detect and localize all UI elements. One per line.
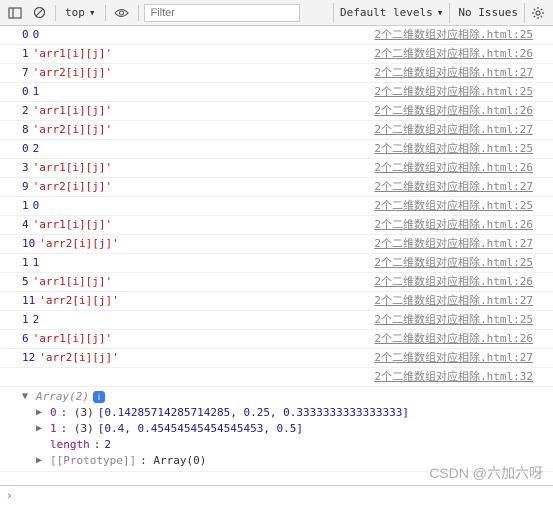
array-values: [0.4, 0.45454545454545453, 0.5]	[98, 421, 303, 437]
eye-icon[interactable]	[111, 2, 133, 24]
source-link[interactable]: 2个二维数组对应相除.html:26	[374, 217, 533, 233]
log-row: 4'arr1[i][j]' 2个二维数组对应相除.html:26	[0, 216, 553, 235]
source-link[interactable]: 2个二维数组对应相除.html:26	[374, 103, 533, 119]
log-row: 11'arr2[i][j]' 2个二维数组对应相除.html:27	[0, 292, 553, 311]
log-row: 02 2个二维数组对应相除.html:25	[0, 140, 553, 159]
array-header: Array(2)	[36, 389, 89, 405]
log-row: 2'arr1[i][j]' 2个二维数组对应相除.html:26	[0, 102, 553, 121]
chevron-right-icon: ›	[6, 489, 13, 502]
source-link[interactable]: 2个二维数组对应相除.html:26	[374, 46, 533, 62]
log-message: 11	[22, 255, 39, 271]
source-link[interactable]: 2个二维数组对应相除.html:25	[374, 27, 533, 43]
chevron-down-icon: ▾	[89, 6, 96, 19]
log-row: 7'arr2[i][j]' 2个二维数组对应相除.html:27	[0, 64, 553, 83]
array-values: [0.14285714285714285, 0.25, 0.3333333333…	[98, 405, 409, 421]
context-label: top	[65, 6, 85, 19]
log-levels-selector[interactable]: Default levels ▾	[333, 3, 450, 23]
log-message: 12'arr2[i][j]'	[22, 350, 119, 366]
caret-right-icon[interactable]: ▶	[36, 453, 46, 469]
source-link[interactable]: 2个二维数组对应相除.html:27	[374, 122, 533, 138]
separator	[105, 5, 106, 21]
toggle-sidebar-icon[interactable]	[4, 2, 26, 24]
caret-right-icon[interactable]: ▶	[36, 421, 46, 437]
log-message: 11'arr2[i][j]'	[22, 293, 119, 309]
log-row: 6'arr1[i][j]' 2个二维数组对应相除.html:26	[0, 330, 553, 349]
log-message: 5'arr1[i][j]'	[22, 274, 112, 290]
log-row: 11 2个二维数组对应相除.html:25	[0, 254, 553, 273]
length-key: length	[50, 437, 90, 453]
log-message: 1'arr1[i][j]'	[22, 46, 112, 62]
log-message: 00	[22, 27, 39, 43]
separator	[138, 5, 139, 21]
levels-label: Default levels	[340, 6, 433, 19]
log-row: 8'arr2[i][j]' 2个二维数组对应相除.html:27	[0, 121, 553, 140]
log-row: 12 2个二维数组对应相除.html:25	[0, 311, 553, 330]
issues-button[interactable]: No Issues	[452, 3, 525, 23]
log-row: 9'arr2[i][j]' 2个二维数组对应相除.html:27	[0, 178, 553, 197]
source-link[interactable]: 2个二维数组对应相除.html:25	[374, 198, 533, 214]
log-row: 2个二维数组对应相除.html:32	[0, 368, 553, 387]
source-link[interactable]: 2个二维数组对应相除.html:25	[374, 84, 533, 100]
caret-right-icon[interactable]: ▶	[36, 405, 46, 421]
log-row: 10'arr2[i][j]' 2个二维数组对应相除.html:27	[0, 235, 553, 254]
filter-input[interactable]	[144, 4, 300, 22]
log-row: 3'arr1[i][j]' 2个二维数组对应相除.html:26	[0, 159, 553, 178]
source-link[interactable]: 2个二维数组对应相除.html:25	[374, 255, 533, 271]
log-message: 02	[22, 141, 39, 157]
source-link[interactable]: 2个二维数组对应相除.html:27	[374, 65, 533, 81]
source-link[interactable]: 2个二维数组对应相除.html:27	[374, 179, 533, 195]
source-link[interactable]: 2个二维数组对应相除.html:25	[374, 141, 533, 157]
log-message: 12	[22, 312, 39, 328]
log-message: 01	[22, 84, 39, 100]
source-link[interactable]: 2个二维数组对应相除.html:26	[374, 160, 533, 176]
console-toolbar: top ▾ Default levels ▾ No Issues	[0, 0, 553, 26]
console-log-area: 00 2个二维数组对应相除.html:25 1'arr1[i][j]' 2个二维数组对…	[0, 26, 553, 485]
log-message: 4'arr1[i][j]'	[22, 217, 112, 233]
log-message: 10	[22, 198, 39, 214]
array-key: 0	[50, 405, 57, 421]
log-row: 1'arr1[i][j]' 2个二维数组对应相除.html:26	[0, 45, 553, 64]
context-selector[interactable]: top ▾	[61, 4, 100, 21]
log-message: 7'arr2[i][j]'	[22, 65, 112, 81]
log-message: 3'arr1[i][j]'	[22, 160, 112, 176]
console-prompt[interactable]: ›	[0, 485, 553, 505]
clear-console-icon[interactable]	[28, 2, 50, 24]
separator	[55, 5, 56, 21]
log-message: 10'arr2[i][j]'	[22, 236, 119, 252]
chevron-down-icon: ▾	[437, 6, 444, 19]
source-link[interactable]: 2个二维数组对应相除.html:27	[374, 293, 533, 309]
source-link[interactable]: 2个二维数组对应相除.html:25	[374, 312, 533, 328]
log-message: 2'arr1[i][j]'	[22, 103, 112, 119]
source-link[interactable]: 2个二维数组对应相除.html:26	[374, 331, 533, 347]
log-message: 8'arr2[i][j]'	[22, 122, 112, 138]
source-link[interactable]: 2个二维数组对应相除.html:27	[374, 236, 533, 252]
source-link[interactable]: 2个二维数组对应相除.html:32	[374, 369, 533, 385]
length-value: 2	[104, 437, 111, 453]
caret-down-icon[interactable]: ▼	[22, 389, 32, 405]
log-row: 12'arr2[i][j]' 2个二维数组对应相除.html:27	[0, 349, 553, 368]
gear-icon[interactable]	[527, 2, 549, 24]
source-link[interactable]: 2个二维数组对应相除.html:26	[374, 274, 533, 290]
log-row: 5'arr1[i][j]' 2个二维数组对应相除.html:26	[0, 273, 553, 292]
array-object: ▼Array(2) i▶0: (3) [0.14285714285714285,…	[0, 387, 553, 472]
log-message: 6'arr1[i][j]'	[22, 331, 112, 347]
array-key: 1	[50, 421, 57, 437]
log-row: 00 2个二维数组对应相除.html:25	[0, 26, 553, 45]
log-row: 01 2个二维数组对应相除.html:25	[0, 83, 553, 102]
source-link[interactable]: 2个二维数组对应相除.html:27	[374, 350, 533, 366]
prototype-key: [[Prototype]]	[50, 453, 136, 469]
info-icon[interactable]: i	[93, 391, 105, 403]
log-row: 10 2个二维数组对应相除.html:25	[0, 197, 553, 216]
log-message: 9'arr2[i][j]'	[22, 179, 112, 195]
